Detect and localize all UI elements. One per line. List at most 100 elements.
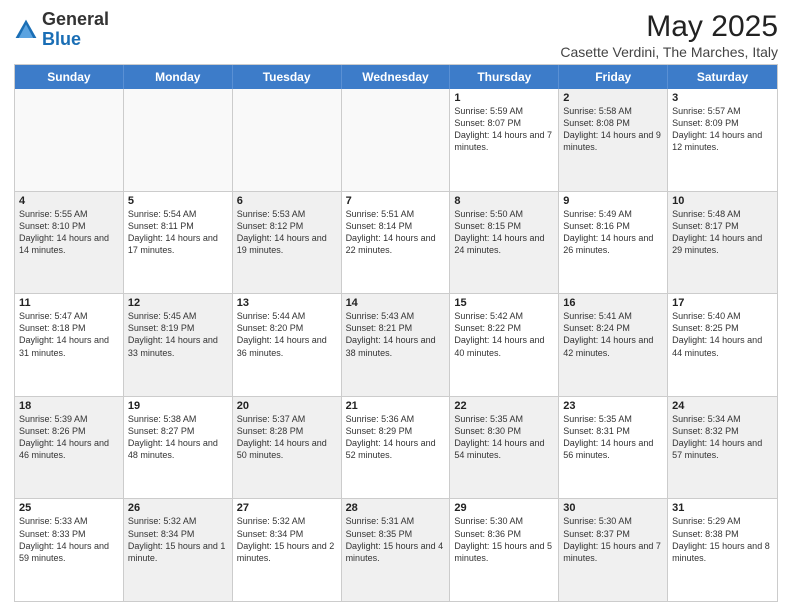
calendar-cell (15, 89, 124, 191)
calendar-cell: 6Sunrise: 5:53 AM Sunset: 8:12 PM Daylig… (233, 192, 342, 294)
calendar-cell: 13Sunrise: 5:44 AM Sunset: 8:20 PM Dayli… (233, 294, 342, 396)
cell-text: Sunrise: 5:44 AM Sunset: 8:20 PM Dayligh… (237, 310, 337, 359)
cell-text: Sunrise: 5:31 AM Sunset: 8:35 PM Dayligh… (346, 515, 446, 564)
cell-text: Sunrise: 5:30 AM Sunset: 8:37 PM Dayligh… (563, 515, 663, 564)
cell-text: Sunrise: 5:37 AM Sunset: 8:28 PM Dayligh… (237, 413, 337, 462)
cell-text: Sunrise: 5:32 AM Sunset: 8:34 PM Dayligh… (237, 515, 337, 564)
calendar-cell: 20Sunrise: 5:37 AM Sunset: 8:28 PM Dayli… (233, 397, 342, 499)
calendar-cell: 18Sunrise: 5:39 AM Sunset: 8:26 PM Dayli… (15, 397, 124, 499)
day-number: 9 (563, 195, 663, 207)
cell-text: Sunrise: 5:36 AM Sunset: 8:29 PM Dayligh… (346, 413, 446, 462)
day-number: 14 (346, 297, 446, 309)
calendar-cell: 17Sunrise: 5:40 AM Sunset: 8:25 PM Dayli… (668, 294, 777, 396)
logo-blue-text: Blue (42, 29, 81, 49)
day-number: 27 (237, 502, 337, 514)
calendar-cell: 30Sunrise: 5:30 AM Sunset: 8:37 PM Dayli… (559, 499, 668, 601)
cell-text: Sunrise: 5:40 AM Sunset: 8:25 PM Dayligh… (672, 310, 773, 359)
cell-text: Sunrise: 5:35 AM Sunset: 8:30 PM Dayligh… (454, 413, 554, 462)
subtitle: Casette Verdini, The Marches, Italy (560, 44, 778, 60)
calendar-cell: 14Sunrise: 5:43 AM Sunset: 8:21 PM Dayli… (342, 294, 451, 396)
calendar-header-day: Wednesday (342, 65, 451, 89)
day-number: 22 (454, 400, 554, 412)
day-number: 7 (346, 195, 446, 207)
calendar-header-day: Thursday (450, 65, 559, 89)
cell-text: Sunrise: 5:53 AM Sunset: 8:12 PM Dayligh… (237, 208, 337, 257)
calendar-header-day: Friday (559, 65, 668, 89)
cell-text: Sunrise: 5:35 AM Sunset: 8:31 PM Dayligh… (563, 413, 663, 462)
calendar-cell: 9Sunrise: 5:49 AM Sunset: 8:16 PM Daylig… (559, 192, 668, 294)
cell-text: Sunrise: 5:33 AM Sunset: 8:33 PM Dayligh… (19, 515, 119, 564)
cell-text: Sunrise: 5:43 AM Sunset: 8:21 PM Dayligh… (346, 310, 446, 359)
calendar-row: 1Sunrise: 5:59 AM Sunset: 8:07 PM Daylig… (15, 89, 777, 192)
day-number: 4 (19, 195, 119, 207)
calendar-header-day: Tuesday (233, 65, 342, 89)
logo-general-text: General (42, 9, 109, 29)
day-number: 20 (237, 400, 337, 412)
day-number: 16 (563, 297, 663, 309)
calendar-cell: 29Sunrise: 5:30 AM Sunset: 8:36 PM Dayli… (450, 499, 559, 601)
cell-text: Sunrise: 5:48 AM Sunset: 8:17 PM Dayligh… (672, 208, 773, 257)
cell-text: Sunrise: 5:57 AM Sunset: 8:09 PM Dayligh… (672, 105, 773, 154)
cell-text: Sunrise: 5:54 AM Sunset: 8:11 PM Dayligh… (128, 208, 228, 257)
cell-text: Sunrise: 5:29 AM Sunset: 8:38 PM Dayligh… (672, 515, 773, 564)
day-number: 3 (672, 92, 773, 104)
day-number: 13 (237, 297, 337, 309)
day-number: 18 (19, 400, 119, 412)
calendar-header-day: Saturday (668, 65, 777, 89)
day-number: 8 (454, 195, 554, 207)
day-number: 5 (128, 195, 228, 207)
cell-text: Sunrise: 5:32 AM Sunset: 8:34 PM Dayligh… (128, 515, 228, 564)
cell-text: Sunrise: 5:51 AM Sunset: 8:14 PM Dayligh… (346, 208, 446, 257)
cell-text: Sunrise: 5:38 AM Sunset: 8:27 PM Dayligh… (128, 413, 228, 462)
logo-icon (14, 18, 38, 42)
logo: General Blue (14, 10, 109, 50)
day-number: 12 (128, 297, 228, 309)
calendar-cell: 1Sunrise: 5:59 AM Sunset: 8:07 PM Daylig… (450, 89, 559, 191)
calendar-row: 18Sunrise: 5:39 AM Sunset: 8:26 PM Dayli… (15, 397, 777, 500)
day-number: 31 (672, 502, 773, 514)
day-number: 10 (672, 195, 773, 207)
main-title: May 2025 (560, 10, 778, 44)
header: General Blue May 2025 Casette Verdini, T… (14, 10, 778, 60)
day-number: 21 (346, 400, 446, 412)
day-number: 29 (454, 502, 554, 514)
calendar-cell (233, 89, 342, 191)
calendar-cell: 31Sunrise: 5:29 AM Sunset: 8:38 PM Dayli… (668, 499, 777, 601)
title-area: May 2025 Casette Verdini, The Marches, I… (560, 10, 778, 60)
calendar-cell: 16Sunrise: 5:41 AM Sunset: 8:24 PM Dayli… (559, 294, 668, 396)
calendar-header-day: Monday (124, 65, 233, 89)
day-number: 6 (237, 195, 337, 207)
calendar-cell: 12Sunrise: 5:45 AM Sunset: 8:19 PM Dayli… (124, 294, 233, 396)
cell-text: Sunrise: 5:55 AM Sunset: 8:10 PM Dayligh… (19, 208, 119, 257)
day-number: 1 (454, 92, 554, 104)
calendar-cell: 28Sunrise: 5:31 AM Sunset: 8:35 PM Dayli… (342, 499, 451, 601)
day-number: 28 (346, 502, 446, 514)
calendar-cell: 4Sunrise: 5:55 AM Sunset: 8:10 PM Daylig… (15, 192, 124, 294)
day-number: 23 (563, 400, 663, 412)
day-number: 11 (19, 297, 119, 309)
day-number: 15 (454, 297, 554, 309)
cell-text: Sunrise: 5:41 AM Sunset: 8:24 PM Dayligh… (563, 310, 663, 359)
day-number: 30 (563, 502, 663, 514)
cell-text: Sunrise: 5:42 AM Sunset: 8:22 PM Dayligh… (454, 310, 554, 359)
cell-text: Sunrise: 5:50 AM Sunset: 8:15 PM Dayligh… (454, 208, 554, 257)
cell-text: Sunrise: 5:47 AM Sunset: 8:18 PM Dayligh… (19, 310, 119, 359)
calendar-row: 4Sunrise: 5:55 AM Sunset: 8:10 PM Daylig… (15, 192, 777, 295)
day-number: 24 (672, 400, 773, 412)
calendar-cell: 7Sunrise: 5:51 AM Sunset: 8:14 PM Daylig… (342, 192, 451, 294)
cell-text: Sunrise: 5:58 AM Sunset: 8:08 PM Dayligh… (563, 105, 663, 154)
day-number: 26 (128, 502, 228, 514)
calendar-cell: 11Sunrise: 5:47 AM Sunset: 8:18 PM Dayli… (15, 294, 124, 396)
calendar-row: 11Sunrise: 5:47 AM Sunset: 8:18 PM Dayli… (15, 294, 777, 397)
day-number: 17 (672, 297, 773, 309)
calendar-cell: 21Sunrise: 5:36 AM Sunset: 8:29 PM Dayli… (342, 397, 451, 499)
calendar-cell: 27Sunrise: 5:32 AM Sunset: 8:34 PM Dayli… (233, 499, 342, 601)
cell-text: Sunrise: 5:45 AM Sunset: 8:19 PM Dayligh… (128, 310, 228, 359)
day-number: 2 (563, 92, 663, 104)
logo-text: General Blue (42, 10, 109, 50)
calendar-cell: 23Sunrise: 5:35 AM Sunset: 8:31 PM Dayli… (559, 397, 668, 499)
calendar-header-row: SundayMondayTuesdayWednesdayThursdayFrid… (15, 65, 777, 89)
calendar-cell: 22Sunrise: 5:35 AM Sunset: 8:30 PM Dayli… (450, 397, 559, 499)
calendar-cell: 25Sunrise: 5:33 AM Sunset: 8:33 PM Dayli… (15, 499, 124, 601)
calendar-cell: 19Sunrise: 5:38 AM Sunset: 8:27 PM Dayli… (124, 397, 233, 499)
